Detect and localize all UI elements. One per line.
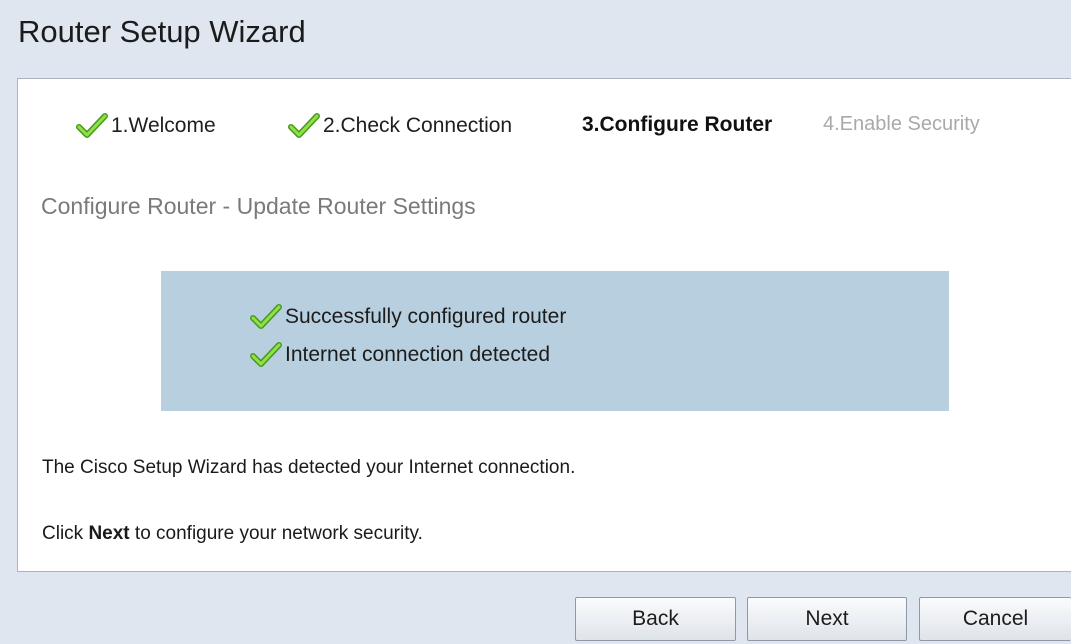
check-icon xyxy=(250,304,282,329)
step-enable-security: 4.Enable Security xyxy=(823,113,980,136)
step-check-connection: 2.Check Connection xyxy=(287,113,512,139)
back-button[interactable]: Back xyxy=(575,597,736,641)
status-item: Successfully configured router xyxy=(249,304,566,330)
step-label: 3.Configure Router xyxy=(582,113,773,136)
step-label: 2.Check Connection xyxy=(323,114,513,137)
step-label: 4.Enable Security xyxy=(823,113,980,135)
step-label: 1.Welcome xyxy=(111,114,216,137)
check-icon xyxy=(250,342,282,367)
detection-message: The Cisco Setup Wizard has detected your… xyxy=(42,457,576,478)
status-text: Successfully configured router xyxy=(285,305,567,328)
instruction-suffix: to configure your network security. xyxy=(129,523,423,544)
step-welcome: 1.Welcome xyxy=(75,113,216,139)
step-configure-router: 3.Configure Router xyxy=(582,113,772,137)
wizard-title: Router Setup Wizard xyxy=(18,14,306,49)
section-title: Configure Router - Update Router Setting… xyxy=(41,193,476,219)
cancel-button[interactable]: Cancel xyxy=(919,597,1071,641)
status-item: Internet connection detected xyxy=(249,342,550,368)
instruction-prefix: Click xyxy=(42,523,89,544)
check-icon xyxy=(76,113,108,138)
instruction-next-keyword: Next xyxy=(88,523,130,544)
check-icon xyxy=(288,113,320,138)
status-box: Successfully configured router Internet … xyxy=(161,271,949,411)
next-button[interactable]: Next xyxy=(747,597,907,641)
status-text: Internet connection detected xyxy=(285,343,551,366)
instruction-text: Click Next to configure your network sec… xyxy=(42,523,423,545)
